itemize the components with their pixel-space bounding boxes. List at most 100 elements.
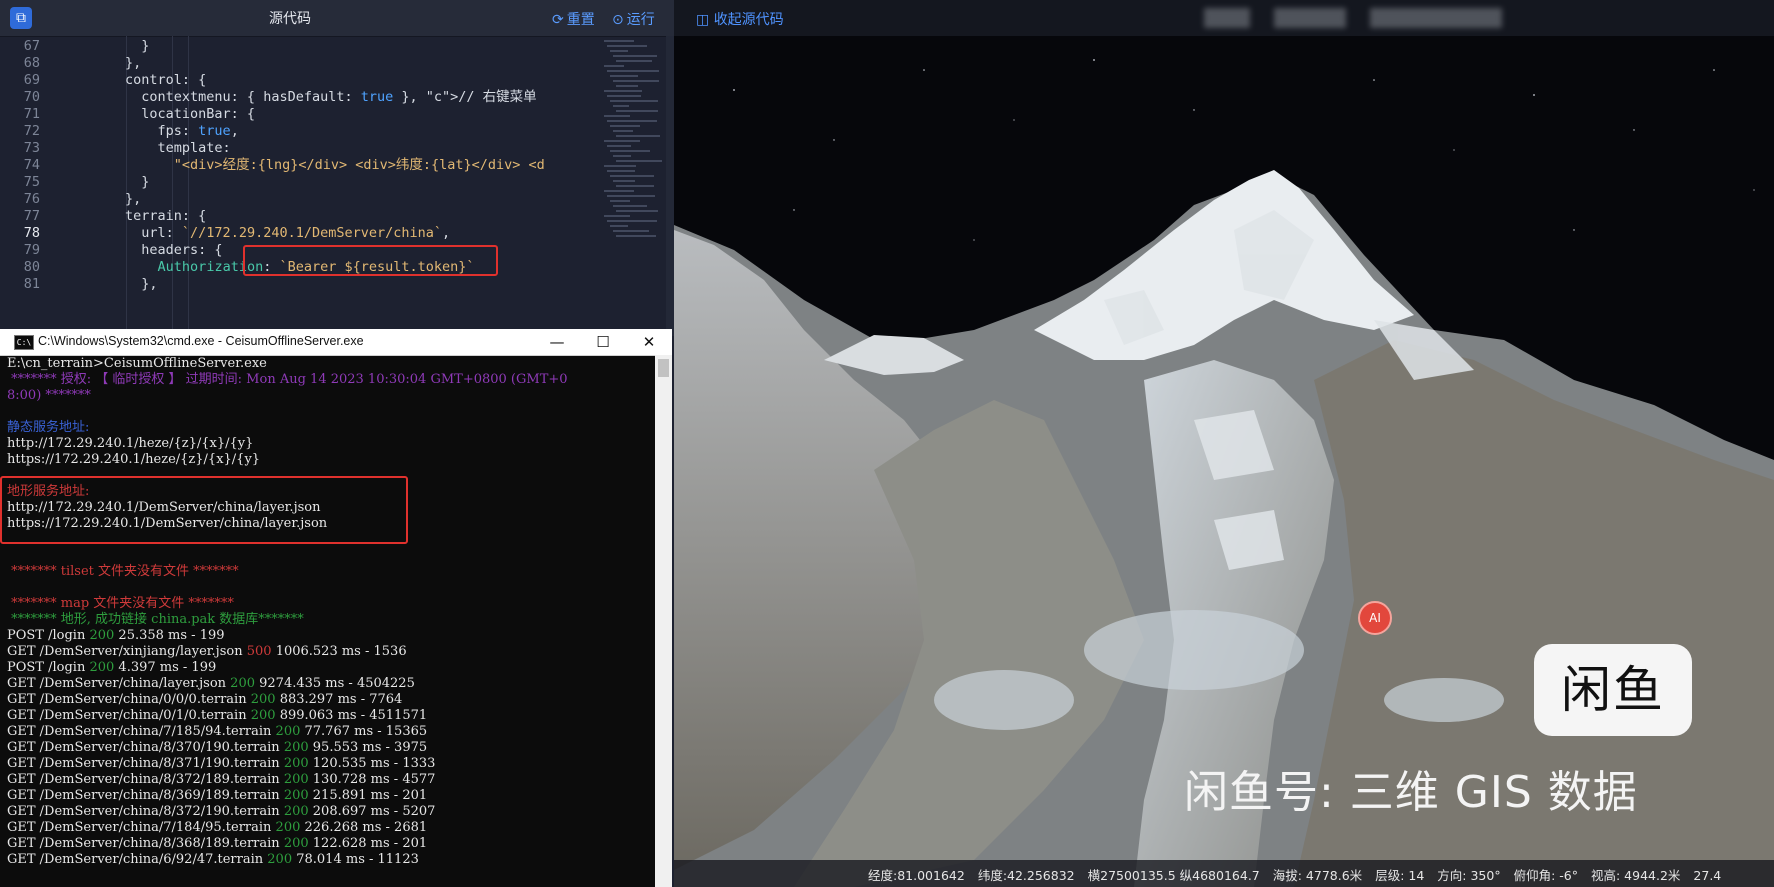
request-timing: 1006.523 ms - 1536	[271, 644, 407, 659]
request-timing: 4.397 ms - 199	[114, 660, 217, 675]
blurred-tab[interactable]	[1204, 8, 1250, 28]
minimap-line	[613, 130, 633, 132]
minimap-line	[613, 155, 631, 157]
request-path: POST /login	[7, 660, 90, 675]
terrain-3d-view[interactable]	[674, 0, 1774, 887]
minimap-line	[607, 195, 655, 197]
minimap-line	[604, 40, 634, 42]
status-item: 俯仰角: -6°	[1513, 868, 1578, 883]
reset-button[interactable]: ⟳ 重置	[552, 9, 595, 29]
minimap-line	[610, 150, 650, 152]
request-log-line: GET /DemServer/china/7/185/94.terrain 20…	[7, 724, 427, 740]
request-timing: 883.297 ms - 7764	[275, 692, 403, 707]
http-status: 200	[283, 836, 309, 851]
minimap-line	[604, 90, 642, 92]
ai-map-marker[interactable]: AI	[1358, 601, 1392, 635]
console-line: 地形服务地址:	[7, 484, 90, 499]
request-timing: 215.891 ms - 201	[308, 788, 428, 803]
code-area[interactable]: 67 } 68 }, 69 control: {70 contextmenu: { …	[0, 36, 598, 336]
minimap-line	[616, 60, 652, 62]
location-statusbar: 经度:81.001642 纬度:42.256832 横27500135.5 纵468…	[674, 860, 1774, 887]
minimap-line	[616, 210, 658, 212]
collapse-source-button[interactable]: ◫ 收起源代码	[696, 9, 784, 29]
console-line: http://172.29.240.1/heze/{z}/{x}/{y}	[7, 436, 254, 451]
request-log-line: GET /DemServer/china/8/372/190.terrain 2…	[7, 804, 435, 820]
editor-scrollbar[interactable]	[666, 36, 674, 336]
close-button[interactable]: ✕	[626, 329, 672, 355]
minimap-line	[610, 125, 640, 127]
minimap-line	[607, 170, 635, 172]
minimap-line	[616, 85, 638, 87]
request-timing: 25.358 ms - 199	[114, 628, 225, 643]
minimap-line	[613, 205, 647, 207]
http-status: 200	[275, 724, 301, 739]
status-item: 层级: 14	[1375, 868, 1425, 883]
console-line: 静态服务地址:	[7, 420, 90, 435]
minimize-button[interactable]: —	[534, 329, 580, 355]
request-log-line: GET /DemServer/xinjiang/layer.json 500 1…	[7, 644, 407, 660]
code-line[interactable]: 81 },	[0, 275, 598, 294]
request-timing: 208.697 ms - 5207	[308, 804, 436, 819]
blurred-tab[interactable]	[1370, 8, 1502, 28]
request-timing: 130.728 ms - 4577	[308, 772, 436, 787]
maximize-button[interactable]: ☐	[580, 329, 626, 355]
minimap-line	[616, 235, 656, 237]
request-path: GET /DemServer/china/0/0/0.terrain	[7, 692, 251, 707]
minimap-line	[607, 120, 657, 122]
run-button[interactable]: ⊙ 运行	[612, 9, 655, 29]
request-log-line: POST /login 200 4.397 ms - 199	[7, 660, 216, 676]
request-timing: 122.628 ms - 201	[308, 836, 428, 851]
cmd-window: C:\ C:\Windows\System32\cmd.exe - Ceisum…	[0, 329, 672, 887]
cmd-scrollbar[interactable]	[655, 355, 672, 887]
http-status: 200	[89, 628, 115, 643]
console-output[interactable]: E:\cn_terrain>CeisumOfflineServer.exe **…	[0, 355, 655, 887]
cmd-title: C:\Windows\System32\cmd.exe - CeisumOffl…	[38, 334, 364, 348]
code-minimap[interactable]	[598, 36, 674, 296]
reset-label: 重置	[566, 12, 595, 28]
status-item: 经度:81.001642	[868, 868, 965, 883]
collapse-panel-icon: ◫	[696, 12, 710, 28]
minimap-line	[607, 145, 631, 147]
request-timing: 78.014 ms - 11123	[292, 852, 419, 867]
console-line: ******* map 文件夹没有文件 *******	[7, 596, 234, 611]
http-status: 200	[89, 660, 115, 675]
minimap-line	[613, 230, 649, 232]
http-status: 200	[283, 788, 309, 803]
request-path: GET /DemServer/china/7/185/94.terrain	[7, 724, 276, 739]
http-status: 200	[283, 756, 309, 771]
minimap-line	[610, 50, 628, 52]
watermark-logo: 闲鱼	[1534, 644, 1692, 736]
watermark-text: 闲鱼号: 三维 GIS 数据	[1184, 767, 1638, 818]
minimap-line	[613, 180, 635, 182]
request-path: GET /DemServer/xinjiang/layer.json	[7, 644, 247, 659]
minimap-line	[610, 75, 638, 77]
blurred-tab[interactable]	[1274, 8, 1346, 28]
minimap-line	[616, 110, 658, 112]
request-log-line: GET /DemServer/china/8/370/190.terrain 2…	[7, 740, 427, 756]
minimap-line	[616, 135, 660, 137]
play-circle-icon: ⊙	[612, 12, 624, 28]
code-text: },	[60, 276, 158, 292]
minimap-line	[610, 225, 628, 227]
status-item: 横27500135.5 纵4680164.7	[1087, 868, 1260, 883]
scrollbar-thumb[interactable]	[658, 359, 669, 377]
minimap-line	[607, 220, 657, 222]
status-item: 海拔: 4778.6米	[1272, 868, 1363, 883]
http-status: 200	[267, 852, 293, 867]
cmd-titlebar[interactable]: C:\ C:\Windows\System32\cmd.exe - Ceisum…	[0, 329, 672, 356]
collapse-source-label: 收起源代码	[713, 12, 784, 28]
console-line: https://172.29.240.1/DemServer/china/lay…	[7, 516, 328, 531]
request-path: GET /DemServer/china/8/372/190.terrain	[7, 804, 284, 819]
minimap-line	[607, 70, 659, 72]
minimap-line	[613, 105, 629, 107]
request-path: GET /DemServer/china/8/368/189.terrain	[7, 836, 284, 851]
http-status: 500	[246, 644, 272, 659]
status-item: 纬度:42.256832	[977, 868, 1075, 883]
request-timing: 9274.435 ms - 4504225	[255, 676, 415, 691]
http-status: 200	[275, 820, 301, 835]
request-timing: 120.535 ms - 1333	[308, 756, 436, 771]
cmd-app-icon: C:\	[14, 335, 34, 350]
map-viewer[interactable]: ◫ 收起源代码 AI 闲鱼 闲鱼号: 三维 GIS 数据 经度:81.00164…	[674, 0, 1774, 887]
request-log-line: GET /DemServer/china/8/371/190.terrain 2…	[7, 756, 435, 772]
request-timing: 77.767 ms - 15365	[300, 724, 428, 739]
